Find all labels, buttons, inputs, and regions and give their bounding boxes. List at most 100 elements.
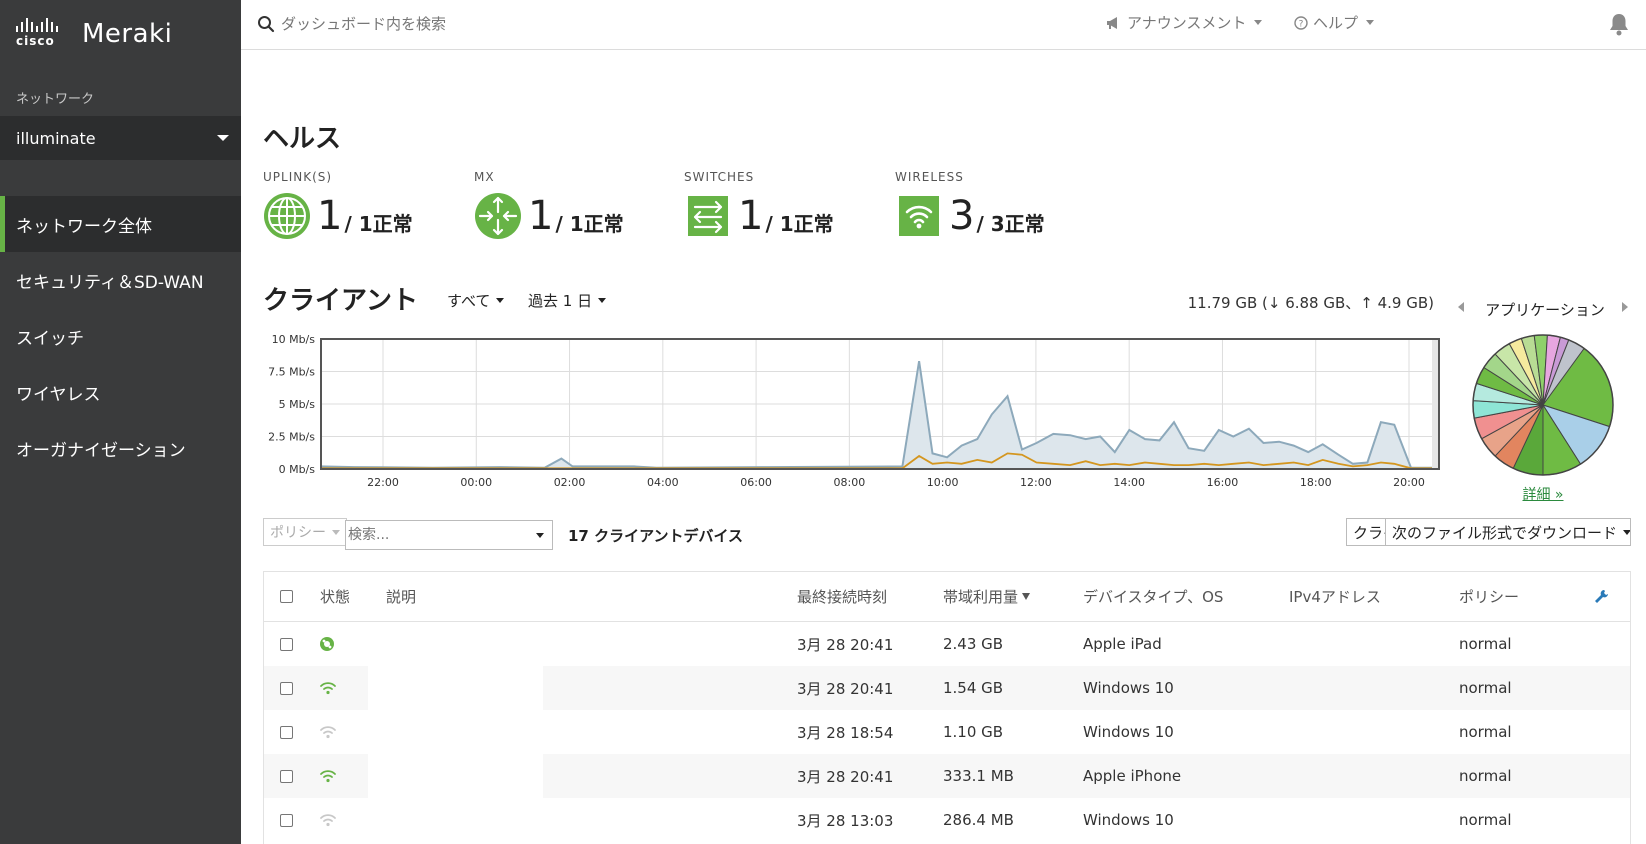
sidebar-item-switch[interactable]: スイッチ	[0, 308, 241, 364]
cell-usage: 286.4 MB	[943, 811, 1014, 829]
cell-usage: 333.1 MB	[943, 767, 1014, 785]
client-search-input[interactable]	[345, 520, 553, 550]
app-prev-arrow-icon[interactable]	[1458, 302, 1464, 312]
cell-policy: normal	[1459, 723, 1512, 741]
table-row[interactable]: 3月 28 20:41 333.1 MB Apple iPhone normal	[264, 754, 1630, 798]
table-row[interactable]: 3月 28 20:41 1.54 GB Windows 10 normal	[264, 666, 1630, 710]
health-count: 1	[317, 193, 343, 239]
cell-device-type: Windows 10	[1083, 723, 1174, 741]
health-switches[interactable]: SWITCHES 1 / 1正常	[684, 170, 834, 240]
caret-down-icon	[1623, 529, 1630, 535]
cell-policy: normal	[1459, 811, 1512, 829]
row-checkbox[interactable]	[280, 637, 293, 651]
table-row[interactable]: 3月 28 18:54 1.10 GB Windows 10 normal	[264, 710, 1630, 754]
help-icon: ?	[1294, 15, 1308, 30]
applications-details-link[interactable]: 詳細 »	[1470, 484, 1616, 504]
caret-down-icon[interactable]	[536, 533, 544, 538]
globe-icon	[264, 193, 310, 239]
chart-edge-shade	[1432, 340, 1438, 468]
meraki-logo[interactable]: cisco Meraki	[16, 14, 172, 54]
table-header: 状態 説明 最終接続時刻 帯域利用量 デバイスタイプ、OS IPv4アドレス ポ…	[264, 572, 1630, 622]
y-tick-label: 2.5 Mb/s	[268, 431, 315, 444]
health-label: UPLINK(S)	[263, 170, 333, 184]
wifi-online-icon	[319, 666, 337, 710]
top-bar: アナウンスメント ? ヘルプ	[241, 0, 1646, 50]
row-checkbox[interactable]	[280, 813, 293, 827]
x-tick-label: 14:00	[1113, 476, 1145, 489]
cell-policy: normal	[1459, 679, 1512, 697]
wrench-icon[interactable]	[1594, 589, 1608, 605]
cisco-wordmark: cisco	[16, 34, 55, 48]
wifi-offline-icon	[319, 798, 337, 842]
sidebar: cisco Meraki ネットワーク illuminate ネットワーク全体 …	[0, 0, 241, 844]
total-usage: 11.79 GB (↓ 6.88 GB、↑ 4.9 GB)	[1187, 294, 1434, 312]
client-options-button[interactable]: クライアント	[1346, 518, 1386, 546]
health-wireless[interactable]: WIRELESS 3 / 3正常	[895, 170, 1045, 240]
cell-device-type: Apple iPhone	[1083, 767, 1182, 785]
help-menu[interactable]: ? ヘルプ	[1294, 12, 1375, 33]
meraki-wordmark: Meraki	[82, 19, 173, 49]
download-button[interactable]: 次のファイル形式でダウンロード	[1385, 518, 1631, 546]
health-uplinks[interactable]: UPLINK(S) 1 / 1正常	[263, 170, 413, 240]
health-status: / 1正常	[765, 211, 834, 236]
header-device-type[interactable]: デバイスタイプ、OS	[1083, 572, 1223, 621]
health-status: / 3正常	[976, 211, 1045, 236]
client-type-filter[interactable]: すべて	[447, 290, 505, 311]
cell-last-seen: 3月 28 13:03	[797, 811, 894, 830]
select-all-checkbox[interactable]	[280, 590, 293, 603]
health-count: 3	[949, 193, 975, 239]
announcements-menu[interactable]: アナウンスメント	[1106, 12, 1263, 33]
client-type-filter-label: すべて	[447, 292, 491, 310]
row-checkbox[interactable]	[280, 725, 293, 739]
cisco-logo: cisco	[16, 18, 68, 50]
client-options-label: クライアント	[1353, 523, 1385, 542]
network-selector[interactable]: illuminate	[0, 116, 241, 160]
policy-dropdown[interactable]: ポリシー	[263, 518, 347, 546]
table-row[interactable]: 3月 28 20:41 2.43 GB Apple iPad normal	[264, 622, 1630, 666]
caret-down-icon	[496, 298, 505, 303]
sidebar-item-network-wide[interactable]: ネットワーク全体	[0, 196, 241, 252]
header-usage[interactable]: 帯域利用量	[943, 572, 1031, 621]
header-status[interactable]: 状態	[320, 572, 350, 621]
header-last-seen[interactable]: 最終接続時刻	[797, 572, 887, 621]
sidebar-item-security-sdwan[interactable]: セキュリティ＆SD-WAN	[0, 252, 241, 308]
sidebar-item-organization[interactable]: オーガナイゼーション	[0, 420, 241, 476]
x-tick-label: 02:00	[554, 476, 586, 489]
cell-device-type: Windows 10	[1083, 811, 1174, 829]
header-ipv4[interactable]: IPv4アドレス	[1289, 572, 1381, 621]
y-tick-label: 0 Mb/s	[279, 463, 316, 476]
caret-down-icon	[217, 135, 229, 141]
cell-last-seen: 3月 28 20:41	[797, 679, 894, 698]
applications-pie-chart[interactable]	[1470, 332, 1616, 478]
announcements-label: アナウンスメント	[1127, 14, 1247, 32]
row-checkbox[interactable]	[280, 769, 293, 783]
app-next-arrow-icon[interactable]	[1622, 302, 1628, 312]
wifi-online-icon	[319, 754, 337, 798]
header-policy[interactable]: ポリシー	[1459, 572, 1519, 621]
cell-last-seen: 3月 28 20:41	[797, 635, 894, 654]
usage-chart[interactable]: 10 Mb/s 7.5 Mb/s 5 Mb/s 2.5 Mb/s 0 Mb/s 22:00…	[263, 333, 1443, 505]
x-tick-label: 10:00	[927, 476, 959, 489]
health-mx[interactable]: MX 1 / 1正常	[474, 170, 624, 240]
x-tick-label: 12:00	[1020, 476, 1052, 489]
sort-desc-icon	[1022, 593, 1031, 600]
x-tick-label: 04:00	[647, 476, 679, 489]
caret-down-icon	[598, 298, 607, 303]
wifi-icon	[899, 196, 939, 236]
sidebar-item-wireless[interactable]: ワイヤレス	[0, 364, 241, 420]
bell-icon[interactable]	[1608, 12, 1630, 36]
row-checkbox[interactable]	[280, 681, 293, 695]
wifi-offline-icon	[319, 710, 337, 754]
y-tick-label: 7.5 Mb/s	[268, 366, 315, 379]
table-row[interactable]: 3月 28 13:03 286.4 MB Windows 10 normal	[264, 798, 1630, 842]
cell-policy: normal	[1459, 635, 1512, 653]
cell-last-seen: 3月 28 20:41	[797, 767, 894, 786]
health-status: / 1正常	[555, 211, 624, 236]
time-period-filter[interactable]: 過去 1 日	[528, 290, 607, 311]
x-tick-label: 08:00	[834, 476, 866, 489]
dashboard-search-input[interactable]	[281, 10, 681, 38]
x-tick-label: 18:00	[1300, 476, 1332, 489]
health-title: ヘルス	[263, 124, 342, 154]
router-icon	[475, 193, 521, 239]
header-description[interactable]: 説明	[386, 572, 416, 621]
